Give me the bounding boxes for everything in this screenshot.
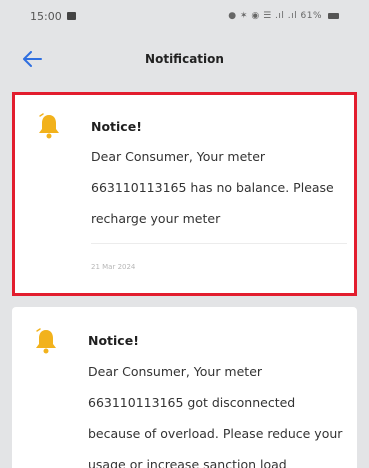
status-left: 15:00	[30, 10, 76, 23]
status-time: 15:00	[30, 9, 62, 23]
notification-card[interactable]: Notice! Dear Consumer, Your meter 663110…	[12, 307, 357, 468]
divider	[91, 243, 347, 244]
notice-date: 21 Mar 2024	[91, 263, 136, 271]
bell-icon	[36, 328, 56, 354]
status-indicators: ● ✶ ◉ ☰ .ıl .ıl 61%	[228, 11, 322, 21]
notice-title: Notice!	[91, 119, 142, 134]
notice-body: Dear Consumer, Your meter 663110113165 g…	[88, 364, 343, 468]
page-title: Notification	[145, 52, 224, 66]
notice-title: Notice!	[88, 333, 139, 348]
status-right: ● ✶ ◉ ☰ .ıl .ıl 61%	[228, 11, 339, 21]
notice-body: Dear Consumer, Your meter 663110113165 h…	[91, 149, 334, 226]
arrow-left-icon	[23, 51, 42, 67]
app-bar: Notification	[0, 38, 369, 80]
back-button[interactable]	[20, 47, 44, 71]
gallery-notification-icon	[66, 12, 76, 20]
bell-icon	[39, 113, 59, 139]
battery-icon	[328, 13, 339, 19]
status-bar: 15:00 ● ✶ ◉ ☰ .ıl .ıl 61%	[0, 0, 369, 32]
notification-card[interactable]: Notice! Dear Consumer, Your meter 663110…	[12, 92, 357, 296]
